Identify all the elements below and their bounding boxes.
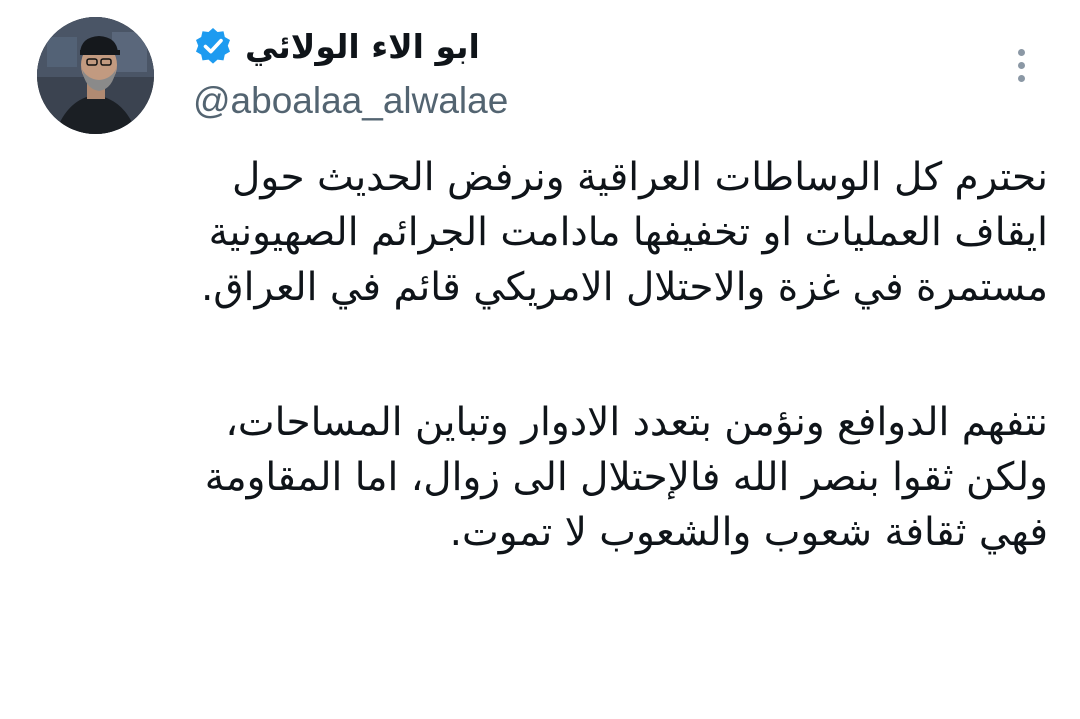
- more-vertical-icon: [1017, 48, 1025, 56]
- tweet-line: مستمرة في غزة والاحتلال الامريكي قائم في…: [200, 265, 1048, 310]
- tweet-paragraph: نحترم كل الوساطات العراقية ونرفض الحديث …: [40, 150, 1048, 315]
- author-avatar[interactable]: [37, 17, 154, 134]
- tweet-line: نحترم كل الوساطات العراقية ونرفض الحديث …: [232, 155, 1048, 200]
- tweet-card: ابو الاء الولائي @aboalaa_alwalae نحترم …: [0, 0, 1080, 719]
- more-vertical-icon-dot: [1017, 74, 1025, 82]
- more-options-button[interactable]: [1004, 40, 1038, 90]
- more-vertical-icon-dot: [1017, 61, 1025, 69]
- author-display-name[interactable]: ابو الاء الولائي: [245, 27, 480, 66]
- tweet-line: نتفهم الدوافع ونؤمن بتعدد الادوار وتباين…: [225, 400, 1048, 445]
- profile-photo-icon: [37, 17, 154, 134]
- tweet-line: ايقاف العمليات او تخفيفها مادامت الجرائم…: [208, 210, 1048, 255]
- tweet-line: ولكن ثقوا بنصر الله فالإحتلال الى زوال، …: [204, 455, 1048, 500]
- tweet-line: فهي ثقافة شعوب والشعوب لا تموت.: [449, 510, 1048, 555]
- author-name-row[interactable]: ابو الاء الولائي: [193, 20, 480, 72]
- tweet-paragraph: نتفهم الدوافع ونؤمن بتعدد الادوار وتباين…: [40, 395, 1048, 560]
- verified-badge-icon: [193, 26, 233, 66]
- author-handle[interactable]: @aboalaa_alwalae: [193, 80, 508, 122]
- tweet-body: نحترم كل الوساطات العراقية ونرفض الحديث …: [40, 150, 1048, 560]
